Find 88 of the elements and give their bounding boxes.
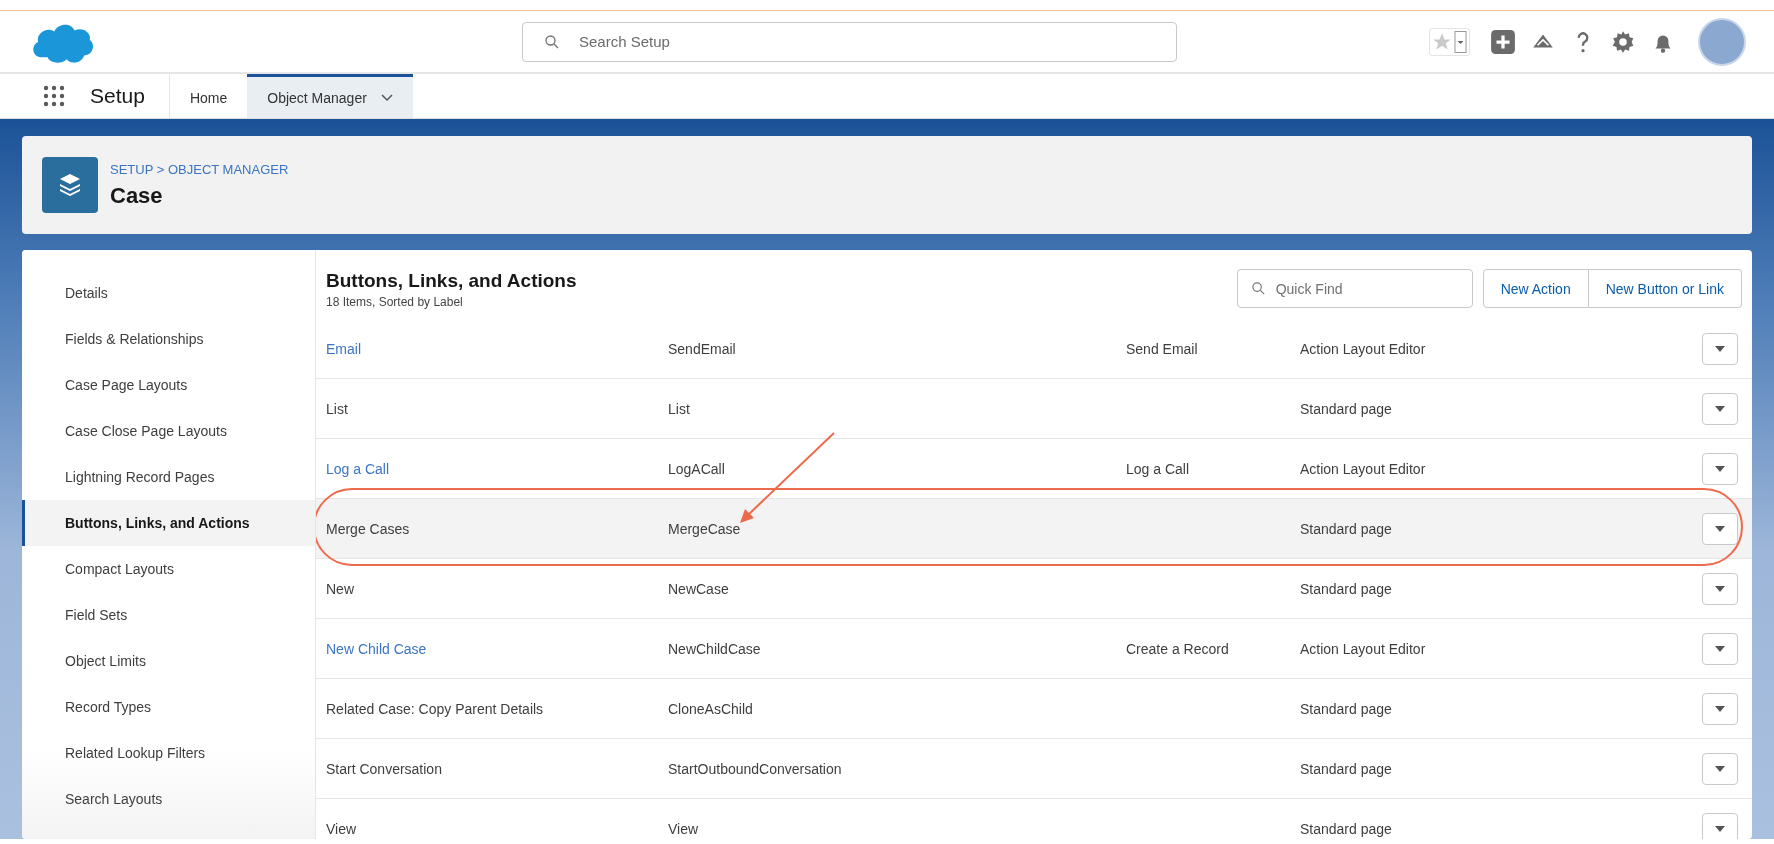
- table-cell: Start Conversation: [326, 760, 442, 777]
- table-row[interactable]: Merge Cases MergeCase Standard page: [316, 499, 1752, 559]
- row-menu-button[interactable]: [1702, 692, 1738, 725]
- record-link[interactable]: Log a Call: [326, 460, 390, 477]
- table-cell: Standard page: [1300, 580, 1392, 597]
- caret-icon: [1715, 645, 1725, 652]
- table-cell: Action Layout Editor: [1300, 340, 1426, 357]
- sidebar-item[interactable]: Case Page Layouts: [22, 362, 315, 408]
- table-cell: Log a Call: [1126, 460, 1190, 477]
- caret-icon: [1454, 30, 1467, 53]
- table-row[interactable]: Related Case: Copy Parent Details CloneAsChild Standard page: [316, 679, 1752, 739]
- caret-icon: [1715, 825, 1725, 832]
- table-cell: NewChildCase: [668, 640, 761, 657]
- table-cell: New: [326, 580, 354, 597]
- search-icon: [1250, 281, 1266, 296]
- table-cell: Standard page: [1300, 760, 1392, 777]
- sidebar-item[interactable]: Fields & Relationships: [22, 316, 315, 362]
- sidebar-item[interactable]: Compact Layouts: [22, 546, 315, 592]
- star-icon: [1432, 31, 1452, 52]
- caret-icon: [1715, 525, 1725, 532]
- search-field[interactable]: Search Setup: [522, 21, 1177, 62]
- table-row[interactable]: New Child Case NewChildCase Create a Record Action Layout Editor: [316, 619, 1752, 679]
- table-cell: SendEmail: [668, 340, 736, 357]
- caret-icon: [1715, 345, 1725, 352]
- table-cell: Standard page: [1300, 400, 1392, 417]
- item-count: 18 Items, Sorted by Label: [326, 295, 464, 309]
- sidebar-item[interactable]: Search Layouts: [22, 776, 315, 822]
- table-cell: Related Case: Copy Parent Details: [326, 700, 544, 717]
- row-menu-button[interactable]: [1702, 512, 1738, 545]
- table-cell: Standard page: [1300, 820, 1392, 837]
- table-cell: Merge Cases: [326, 520, 410, 537]
- row-menu-button[interactable]: [1702, 632, 1738, 665]
- caret-icon: [1715, 465, 1725, 472]
- search-icon: [544, 33, 560, 50]
- row-menu-button[interactable]: [1702, 812, 1738, 839]
- table-cell: List: [326, 400, 348, 417]
- row-menu-button[interactable]: [1702, 452, 1738, 485]
- plus-icon[interactable]: [1490, 28, 1516, 55]
- caret-icon: [1715, 585, 1725, 592]
- sidebar-item[interactable]: Case Close Page Layouts: [22, 408, 315, 454]
- table-cell: LogACall: [668, 460, 725, 477]
- object-title: Case: [110, 182, 164, 209]
- table-cell: Action Layout Editor: [1300, 640, 1426, 657]
- table-cell: Send Email: [1126, 340, 1198, 357]
- sidebar-item[interactable]: Details: [22, 270, 315, 316]
- table-cell: List: [668, 400, 690, 417]
- table-cell: View: [668, 820, 699, 837]
- row-menu-button[interactable]: [1702, 752, 1738, 785]
- sidebar-item[interactable]: Related Lookup Filters: [22, 730, 315, 776]
- chevron-icon[interactable]: [380, 93, 393, 102]
- table-cell: Action Layout Editor: [1300, 460, 1426, 477]
- caret-icon: [1715, 405, 1725, 412]
- sidebar-item[interactable]: Field Sets: [22, 592, 315, 638]
- breadcrumb-link[interactable]: SETUP > OBJECT MANAGER: [110, 161, 289, 177]
- record-link[interactable]: New Child Case: [326, 640, 427, 657]
- nav-tab[interactable]: Home: [169, 74, 248, 118]
- row-menu-button[interactable]: [1702, 572, 1738, 605]
- table-row[interactable]: Start Conversation StartOutboundConversation Standard page: [316, 739, 1752, 799]
- app-name: Setup: [90, 84, 145, 108]
- row-menu-button[interactable]: [1702, 332, 1738, 365]
- table-cell: View: [326, 820, 357, 837]
- table-cell: Standard page: [1300, 700, 1392, 717]
- caret-icon: [1715, 705, 1725, 712]
- table-row[interactable]: Email SendEmail Send Email Action Layout Editor: [316, 319, 1752, 379]
- caret-icon: [1715, 765, 1725, 772]
- section-title: Buttons, Links, and Actions: [326, 270, 577, 292]
- action-button[interactable]: New Button or Link: [1588, 269, 1742, 308]
- table-cell: CloneAsChild: [668, 700, 753, 717]
- quick-find-field[interactable]: Quick Find: [1236, 269, 1473, 308]
- favorites-button[interactable]: [1429, 27, 1470, 56]
- table-cell: MergeCase: [668, 520, 741, 537]
- sidebar-item[interactable]: Lightning Record Pages: [22, 454, 315, 500]
- sidebar-item[interactable]: Record Types: [22, 684, 315, 730]
- table-row[interactable]: New NewCase Standard page: [316, 559, 1752, 619]
- app-launcher-icon[interactable]: [42, 84, 66, 108]
- table-row[interactable]: View View Standard page: [316, 799, 1752, 839]
- sidebar-item[interactable]: Object Limits: [22, 638, 315, 684]
- record-link[interactable]: Email: [326, 340, 361, 357]
- layers-icon: [42, 157, 98, 213]
- row-menu-button[interactable]: [1702, 392, 1738, 425]
- nav-tab[interactable]: Object Manager: [247, 74, 413, 118]
- table-cell: Create a Record: [1126, 640, 1229, 657]
- table-cell: NewCase: [668, 580, 729, 597]
- table-cell: Standard page: [1300, 520, 1392, 537]
- table-cell: StartOutboundConversation: [668, 760, 842, 777]
- table-row[interactable]: List List Standard page: [316, 379, 1752, 439]
- sidebar-item[interactable]: Buttons, Links, and Actions: [22, 500, 315, 546]
- action-button[interactable]: New Action: [1482, 269, 1589, 308]
